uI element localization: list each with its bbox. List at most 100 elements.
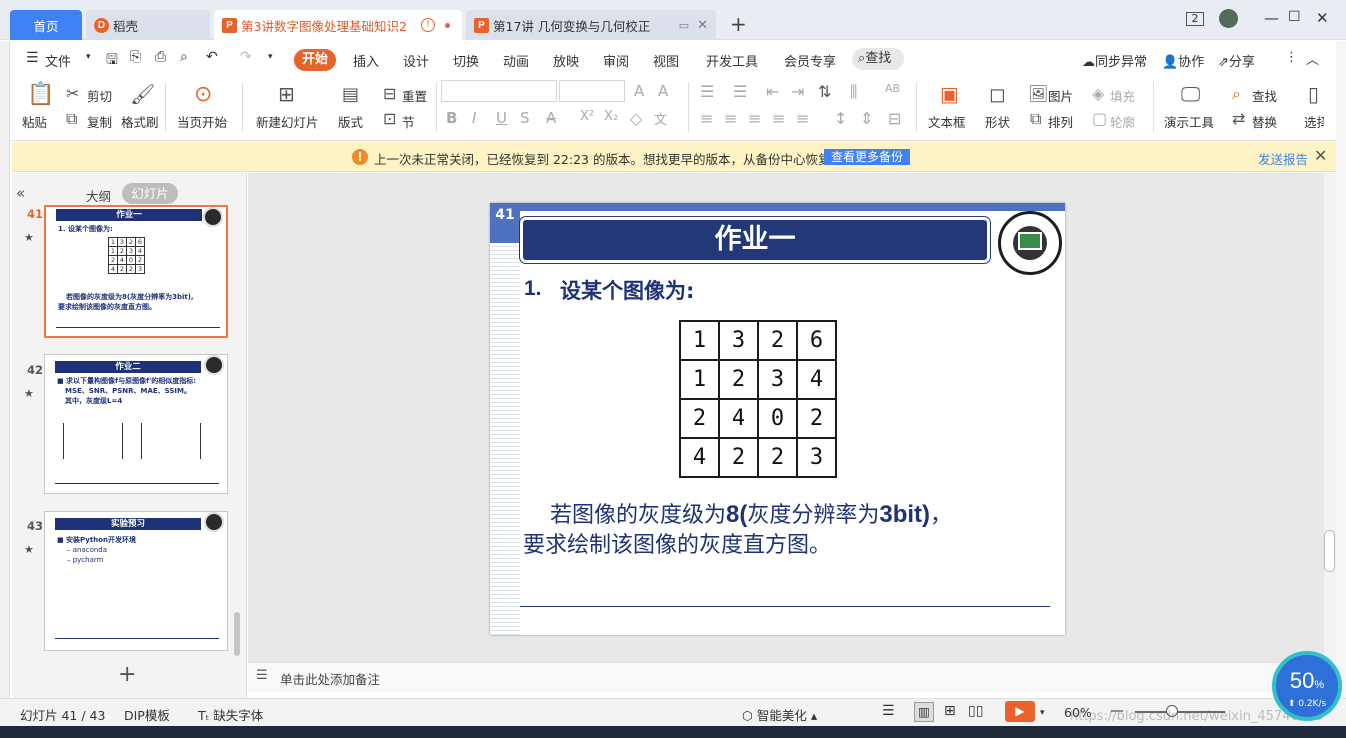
text-box-align-icon[interactable]: ⊟ (888, 109, 901, 128)
tab-home[interactable]: 首页 (10, 10, 82, 40)
select-button[interactable]: 选择 (1304, 112, 1324, 131)
notes-placeholder[interactable]: 单击此处添加备注 (280, 669, 380, 688)
menu-animation[interactable]: 动画 (503, 51, 529, 70)
menu-slideshow[interactable]: 放映 (553, 51, 579, 70)
textbox-button[interactable]: 文本框 (928, 112, 966, 131)
copy-button[interactable]: 复制 (87, 112, 112, 131)
from-current-button[interactable]: 当页开始 (177, 112, 227, 131)
columns-icon[interactable]: ⫼ (850, 82, 857, 102)
more-quick-icon[interactable]: ▾ (268, 52, 273, 62)
collapse-panel-icon[interactable]: « (16, 184, 25, 202)
align-center-icon[interactable]: ≡ (724, 109, 737, 128)
slide-41[interactable]: 41 作业一 1. 设某个图像为: 1326123424024223 若图像的灰… (490, 203, 1065, 635)
phonetic-icon[interactable]: 文 (654, 109, 667, 128)
menu-developer[interactable]: 开发工具 (706, 51, 758, 70)
reading-view-icon[interactable]: ▯▯ (968, 703, 983, 719)
export-icon[interactable]: ⎘ (130, 49, 141, 65)
menu-file[interactable]: 文件 (45, 51, 71, 70)
maximize-icon[interactable]: ☐ (1288, 9, 1301, 25)
text-direction-icon[interactable]: AB (885, 82, 900, 95)
sync-status[interactable]: ☁同步异常 (1082, 51, 1147, 70)
menu-design[interactable]: 设计 (403, 51, 429, 70)
canvas-scrollbar[interactable] (1324, 173, 1336, 662)
screen-icon[interactable]: ▭ (679, 19, 689, 32)
question-body-line2[interactable]: 要求绘制该图像的灰度直方图。 (523, 527, 831, 559)
outline-button[interactable]: 轮廓 (1110, 112, 1135, 131)
close-tab-icon[interactable]: ✕ (697, 18, 708, 33)
question-text[interactable]: 设某个图像为: (560, 275, 694, 305)
picture-button[interactable]: 图片 (1048, 86, 1073, 105)
network-speed-widget[interactable]: 50% ⬆ 0.2K/s (1272, 651, 1342, 721)
menu-search[interactable]: ⌕查找 (852, 48, 904, 70)
sorter-view-icon[interactable]: ⊞ (944, 703, 956, 719)
avatar[interactable] (1219, 9, 1238, 28)
notes-toggle-icon[interactable]: ☰ (882, 703, 895, 719)
italic-icon[interactable]: I (472, 109, 476, 127)
normal-view-icon[interactable]: ▥ (914, 702, 934, 722)
collab-button[interactable]: 👤协作 (1162, 51, 1204, 70)
undo-icon[interactable]: ↶ (206, 49, 218, 65)
cut-button[interactable]: 剪切 (87, 86, 112, 105)
save-icon[interactable]: 🖫 (106, 49, 118, 73)
sort-icon[interactable]: ⇅ (818, 82, 831, 101)
tab-daoke[interactable]: D 稻壳 (86, 10, 210, 40)
fill-button[interactable]: 填充 (1110, 86, 1135, 105)
menu-view[interactable]: 视图 (653, 51, 679, 70)
play-slideshow-icon[interactable]: ▶ (1005, 701, 1035, 722)
view-backups-button[interactable]: 查看更多备份 (824, 149, 911, 165)
slide-title[interactable]: 作业一 (520, 217, 990, 263)
question-body-line1[interactable]: 若图像的灰度级为8(灰度分辨率为3bit)， (550, 497, 952, 529)
menu-transition[interactable]: 切换 (453, 51, 479, 70)
vertical-align-icon[interactable]: ⇕ (860, 109, 873, 128)
distribute-icon[interactable]: ≡ (796, 109, 809, 128)
underline-icon[interactable]: U (496, 109, 507, 127)
tab-document-other[interactable]: P 第17讲 几何变换与几何校正 ▭ ✕ (466, 10, 716, 40)
notes-pane[interactable] (248, 662, 1324, 692)
menu-insert[interactable]: 插入 (353, 51, 379, 70)
decrease-font-icon[interactable]: A (658, 82, 668, 100)
slide-thumbnail-43[interactable]: 实验预习 ■ 安装Python开发环境 – anaconda – pycharm (44, 511, 228, 651)
redo-icon[interactable]: ↷ (240, 49, 252, 65)
reset-button[interactable]: 重置 (402, 86, 427, 105)
image-matrix-table[interactable]: 1326123424024223 (679, 320, 837, 478)
add-slide-icon[interactable]: + (118, 662, 136, 687)
font-family-select[interactable] (441, 80, 557, 102)
increase-indent-icon[interactable]: ⇥ (791, 82, 804, 101)
bullet-list-icon[interactable]: ☰ (700, 82, 714, 101)
format-painter-button[interactable]: 格式刷 (121, 112, 159, 131)
section-button[interactable]: 节 (402, 112, 415, 131)
arrange-button[interactable]: 排列 (1048, 112, 1073, 131)
align-right-icon[interactable]: ≡ (748, 109, 761, 128)
chevron-down-icon[interactable]: ▾ (86, 52, 91, 62)
slide-thumbnail-42[interactable]: 作业二 ■ 求以下量构图像f与原图像f'的相似度指标: MSE、SNR、PSNR… (44, 354, 228, 494)
superscript-icon[interactable]: X² (580, 109, 594, 124)
tab-document-active[interactable]: P 第3讲数字图像处理基础知识2 ! (214, 10, 462, 40)
numbered-list-icon[interactable]: ☰ (733, 82, 747, 101)
preview-icon[interactable]: ⌕ (180, 49, 188, 65)
find-button[interactable]: 查找 (1252, 86, 1277, 105)
presentation-tools-button[interactable]: 演示工具 (1164, 112, 1214, 131)
bold-icon[interactable]: B (446, 109, 457, 127)
paste-icon[interactable]: 📋 (27, 82, 54, 107)
send-report-link[interactable]: 发送报告 (1258, 149, 1308, 168)
new-slide-button[interactable]: 新建幻灯片 (256, 112, 319, 131)
justify-icon[interactable]: ≡ (772, 109, 785, 128)
decrease-indent-icon[interactable]: ⇤ (766, 82, 779, 101)
collapse-ribbon-icon[interactable]: ︿ (1306, 49, 1319, 68)
canvas-scroll-thumb[interactable] (1324, 530, 1335, 572)
line-spacing-icon[interactable]: ↕ (834, 109, 847, 128)
replace-button[interactable]: 替换 (1252, 112, 1277, 131)
close-window-icon[interactable]: ✕ (1316, 9, 1329, 27)
window-count-badge[interactable]: 2 (1186, 12, 1204, 26)
align-left-icon[interactable]: ≡ (700, 109, 713, 128)
new-tab-icon[interactable]: + (730, 12, 747, 36)
hamburger-icon[interactable]: ☰ (26, 50, 39, 66)
tab-slides[interactable]: 幻灯片 (122, 183, 178, 204)
minimize-icon[interactable]: — (1264, 9, 1279, 27)
subscript-icon[interactable]: X₂ (604, 109, 618, 124)
template-name[interactable]: DIP模板 (124, 705, 170, 724)
shape-button[interactable]: 形状 (985, 112, 1010, 131)
thumbnail-scrollbar[interactable] (234, 612, 240, 656)
menu-review[interactable]: 审阅 (603, 51, 629, 70)
strikethrough-icon[interactable]: A (546, 109, 556, 127)
